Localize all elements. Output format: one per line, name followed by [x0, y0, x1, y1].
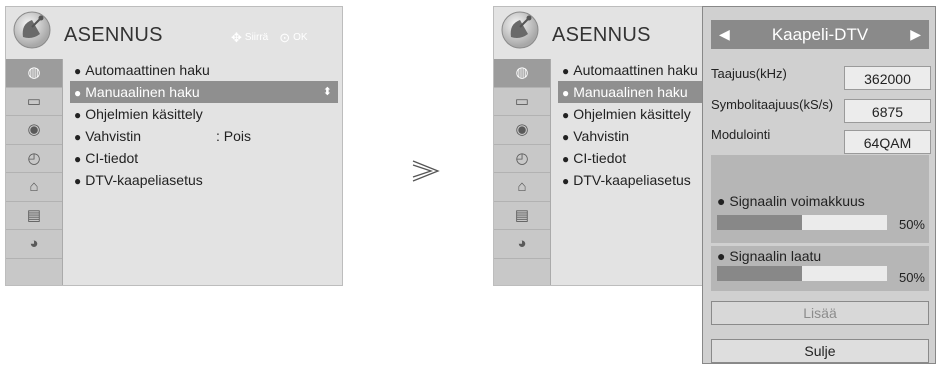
signal-strength-fill: [717, 215, 802, 230]
signal-quality-percent: 50%: [898, 270, 925, 285]
close-button[interactable]: Sulje: [711, 339, 929, 363]
satellite-icon[interactable]: ◍: [6, 59, 62, 88]
menu-item-booster[interactable]: ● Vahvistin: Pois: [70, 125, 338, 147]
right-arrow-icon[interactable]: ▶: [910, 26, 921, 43]
signal-quality-bar: [717, 266, 887, 281]
manual-search-popup: ◀ Kaapeli-DTV ▶ Taajuus(kHz) 362000 Symb…: [702, 6, 936, 364]
signal-quality-fill: [717, 266, 802, 281]
lock-icon[interactable]: ⌂: [494, 173, 550, 202]
up-down-arrow-icon: ⬍: [322, 86, 332, 98]
speaker-icon[interactable]: ◉: [494, 116, 550, 145]
menu-title: ASENNUS: [552, 24, 651, 46]
satellite-logo-icon: [501, 11, 539, 49]
signal-strength-bar: [717, 215, 887, 230]
satellite-icon[interactable]: ◍: [494, 59, 550, 88]
menu-items: ● Automaattinen haku ● Manuaalinen haku ⬍ ●…: [70, 59, 338, 191]
left-arrow-icon[interactable]: ◀: [719, 26, 730, 43]
network-icon[interactable]: ◕: [494, 230, 550, 259]
menu-item-manual-search[interactable]: ● Manuaalinen haku ⬍: [70, 81, 338, 103]
speaker-icon[interactable]: ◉: [6, 116, 62, 145]
clock-icon[interactable]: ◴: [6, 145, 62, 173]
lock-icon[interactable]: ⌂: [6, 173, 62, 202]
monitor-icon[interactable]: ▭: [6, 88, 62, 116]
monitor-icon[interactable]: ▭: [494, 88, 550, 116]
symbol-rate-label: Symbolitaajuus(kS/s): [711, 97, 834, 112]
menu-item-dtv-cable-setup[interactable]: ● DTV-kaapeliasetus: [70, 169, 338, 191]
menu-item-ci-info[interactable]: ● CI-tiedot: [70, 147, 338, 169]
frequency-input[interactable]: 362000: [844, 66, 931, 90]
category-icon-bar: ◍ ▭ ◉ ◴ ⌂ ▤ ◕: [6, 59, 63, 285]
briefcase-icon[interactable]: ▤: [6, 202, 62, 230]
broadcast-type-label: Kaapeli-DTV: [771, 24, 869, 44]
menu-header: ASENNUS ✥ Siirrä ⊙ OK: [6, 7, 342, 59]
symbol-rate-input[interactable]: 6875: [844, 99, 931, 123]
more-button[interactable]: Lisää: [711, 301, 929, 325]
transition-arrow-icon: [412, 160, 440, 182]
signal-quality-label: ● Signaalin laatu: [717, 248, 822, 264]
briefcase-icon[interactable]: ▤: [494, 202, 550, 230]
booster-value: : Pois: [216, 128, 252, 144]
move-arrows-icon: ✥: [231, 29, 242, 45]
satellite-logo-icon: [13, 11, 51, 49]
nav-hint-ok: OK: [293, 32, 308, 43]
modulation-label: Modulointi: [711, 127, 771, 142]
ok-button-icon: ⊙: [279, 29, 291, 45]
broadcast-type-selector[interactable]: ◀ Kaapeli-DTV ▶: [711, 20, 929, 49]
network-icon[interactable]: ◕: [6, 230, 62, 259]
category-icon-bar: ◍ ▭ ◉ ◴ ⌂ ▤ ◕: [494, 59, 551, 285]
menu-item-program-edit[interactable]: ● Ohjelmien käsittely: [70, 103, 338, 125]
menu-item-auto-search[interactable]: ● Automaattinen haku: [70, 59, 338, 81]
setup-menu-left: ASENNUS ✥ Siirrä ⊙ OK ◍ ▭ ◉ ◴ ⌂ ▤ ◕ ● Aut…: [5, 6, 343, 286]
signal-strength-panel: ● Signaalin voimakkuus 50%: [711, 155, 929, 243]
frequency-label: Taajuus(kHz): [711, 66, 787, 81]
signal-quality-panel: ● Signaalin laatu 50%: [711, 246, 929, 291]
nav-hint: ✥ Siirrä ⊙ OK: [231, 29, 308, 45]
modulation-select[interactable]: 64QAM: [844, 130, 931, 154]
signal-strength-label: ● Signaalin voimakkuus: [717, 193, 865, 209]
clock-icon[interactable]: ◴: [494, 145, 550, 173]
nav-hint-move: Siirrä: [244, 32, 269, 43]
menu-title: ASENNUS: [64, 24, 163, 46]
signal-strength-percent: 50%: [898, 217, 925, 232]
